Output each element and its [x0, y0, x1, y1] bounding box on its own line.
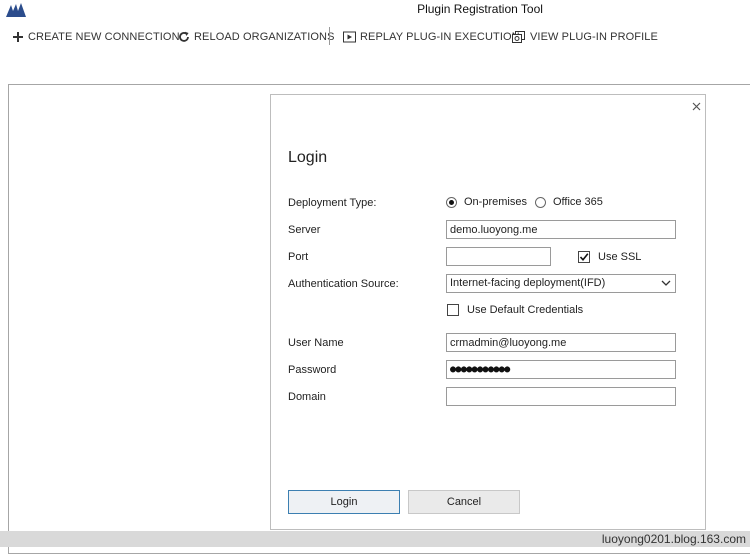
replay-plugin-execution-label: REPLAY PLUG-IN EXECUTION	[360, 31, 520, 43]
office-365-label: Office 365	[552, 196, 603, 208]
dialog-title: Login	[288, 149, 328, 166]
use-default-credentials-checkbox[interactable]	[447, 304, 459, 316]
deployment-type-group: On-premises Office 365	[446, 194, 611, 210]
user-name-input[interactable]	[446, 333, 676, 352]
use-ssl-checkbox[interactable]	[578, 251, 590, 263]
reload-organizations-button[interactable]: RELOAD ORGANIZATIONS	[178, 29, 335, 45]
watermark-text: luoyong0201.blog.163.com	[601, 532, 746, 546]
use-default-credentials-label: Use Default Credentials	[467, 304, 584, 316]
default-credentials-row: Use Default Credentials	[447, 302, 583, 318]
profile-icon	[512, 30, 525, 43]
checkmark-icon	[579, 253, 589, 262]
plus-icon	[13, 32, 23, 42]
reload-organizations-label: RELOAD ORGANIZATIONS	[194, 31, 335, 43]
chevron-down-icon	[661, 280, 671, 286]
port-label: Port	[288, 251, 309, 263]
refresh-icon	[179, 31, 189, 42]
cancel-button[interactable]: Cancel	[408, 490, 520, 514]
close-button[interactable]	[689, 99, 703, 113]
watermark-bar: luoyong0201.blog.163.com	[0, 531, 750, 547]
title-bar: Plugin Registration Tool	[0, 0, 750, 22]
replay-plugin-execution-button[interactable]: REPLAY PLUG-IN EXECUTION	[343, 29, 520, 45]
use-ssl-label: Use SSL	[598, 251, 642, 263]
server-input[interactable]	[446, 220, 676, 239]
close-icon	[692, 102, 700, 110]
domain-input[interactable]	[446, 387, 676, 406]
authentication-source-select[interactable]: Internet-facing deployment(IFD)	[446, 274, 676, 293]
user-name-label: User Name	[288, 337, 344, 349]
domain-label: Domain	[288, 391, 326, 403]
deployment-type-label: Deployment Type:	[288, 197, 377, 209]
password-input[interactable]: ●●●●●●●●●●●	[446, 360, 676, 379]
create-new-connection-button[interactable]: CREATE NEW CONNECTION	[12, 29, 180, 45]
use-ssl-row: Use SSL	[578, 249, 641, 265]
port-input[interactable]	[446, 247, 551, 266]
login-dialog: Login Deployment Type: On-premises Offic…	[270, 94, 706, 530]
authentication-source-value: Internet-facing deployment(IFD)	[450, 277, 606, 289]
login-button[interactable]: Login	[288, 490, 400, 514]
authentication-source-label: Authentication Source:	[288, 278, 399, 290]
view-plugin-profile-label: VIEW PLUG-IN PROFILE	[530, 31, 658, 43]
toolbar: CREATE NEW CONNECTION RELOAD ORGANIZATIO…	[0, 26, 750, 48]
office-365-radio[interactable]	[534, 196, 546, 208]
password-mask: ●●●●●●●●●●●	[450, 364, 510, 375]
view-plugin-profile-button[interactable]: VIEW PLUG-IN PROFILE	[512, 29, 658, 45]
server-label: Server	[288, 224, 321, 236]
window-title: Plugin Registration Tool	[417, 2, 543, 16]
create-new-connection-label: CREATE NEW CONNECTION	[28, 31, 180, 43]
on-premises-label: On-premises	[464, 196, 527, 208]
password-label: Password	[288, 364, 337, 376]
toolbar-separator	[329, 27, 330, 45]
replay-icon	[343, 31, 356, 43]
on-premises-radio[interactable]	[446, 196, 457, 208]
